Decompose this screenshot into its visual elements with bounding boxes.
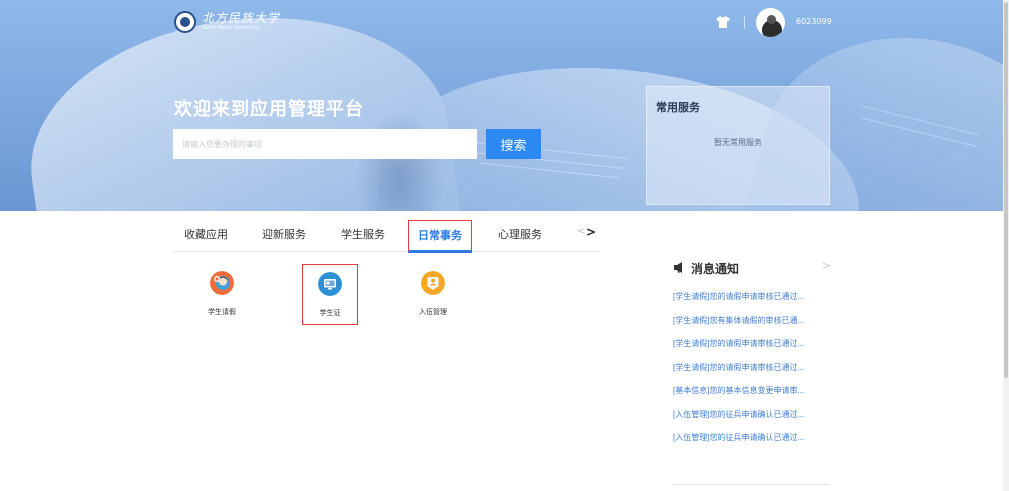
app-enlistment-management[interactable]: 入伍管理: [405, 264, 461, 325]
chevron-left-icon[interactable]: <: [577, 226, 585, 237]
header-divider: [744, 16, 745, 29]
page-title: 欢迎来到应用管理平台: [174, 99, 364, 120]
app-label: 学生请假: [208, 308, 236, 316]
megaphone-icon: [674, 262, 682, 273]
common-services-empty: 暂无常用服务: [714, 138, 762, 147]
app-student-leave[interactable]: 学生请假: [194, 264, 250, 325]
app-label: 入伍管理: [419, 308, 447, 316]
tab-favorites[interactable]: 收藏应用: [184, 220, 228, 251]
page: 北方民族大学 North Minzu University 6023099 欢迎…: [0, 0, 1009, 491]
tab-mental-health-services[interactable]: 心理服务: [498, 220, 542, 251]
leave-person-icon: [210, 271, 234, 295]
divider: [673, 484, 830, 485]
university-seal-icon: [174, 11, 196, 33]
service-tabs: 收藏应用 迎新服务 学生服务 日常事务 心理服务 < >: [173, 220, 600, 253]
notice-list: [学生请假]您的请假申请审核已通过... [学生请假]您有集体请假的审核已通..…: [673, 291, 841, 456]
common-services-title: 常用服务: [656, 101, 700, 114]
tab-student-services[interactable]: 学生服务: [341, 220, 385, 251]
header-banner: 北方民族大学 North Minzu University 6023099 欢迎…: [0, 0, 1003, 211]
scrollbar-thumb[interactable]: [1004, 2, 1008, 378]
notice-item[interactable]: [基本信息]您的基本信息变更申请审...: [673, 385, 841, 409]
notice-item[interactable]: [入伍管理]您的征兵申请确认已通过...: [673, 409, 841, 433]
notice-item[interactable]: [学生请假]您的请假申请审核已通过...: [673, 338, 841, 362]
banner-book-spine: [355, 110, 445, 211]
search-input[interactable]: [173, 129, 477, 159]
university-logo[interactable]: 北方民族大学 North Minzu University: [174, 11, 280, 33]
chevron-right-icon[interactable]: >: [822, 259, 831, 272]
tab-daily-affairs[interactable]: 日常事务: [408, 220, 472, 253]
notice-item[interactable]: [入伍管理]您的征兵申请确认已通过...: [673, 432, 841, 456]
logo-chinese-name: 北方民族大学: [202, 11, 281, 25]
notice-item[interactable]: [学生请假]您的请假申请审核已通过...: [673, 362, 841, 386]
logo-text: 北方民族大学 North Minzu University: [202, 12, 280, 32]
enlist-badge-icon: [421, 271, 445, 295]
notice-item[interactable]: [学生请假]您有集体请假的审核已通...: [673, 315, 841, 339]
notice-item[interactable]: [学生请假]您的请假申请审核已通过...: [673, 291, 841, 315]
tab-freshman-services[interactable]: 迎新服务: [262, 220, 306, 251]
user-id[interactable]: 6023099: [796, 17, 832, 26]
shirt-icon[interactable]: [716, 16, 730, 28]
avatar[interactable]: [756, 8, 785, 37]
notice-title: 消息通知: [691, 262, 740, 276]
app-student-id-card[interactable]: 学生证: [302, 264, 358, 325]
common-services-panel: 常用服务 暂无常用服务: [646, 86, 830, 205]
monitor-id-icon: [318, 272, 342, 296]
search-button[interactable]: 搜索: [486, 129, 541, 159]
app-label: 学生证: [319, 309, 341, 317]
logo-english-name: North Minzu University: [202, 25, 260, 31]
chevron-right-icon[interactable]: >: [586, 225, 596, 239]
